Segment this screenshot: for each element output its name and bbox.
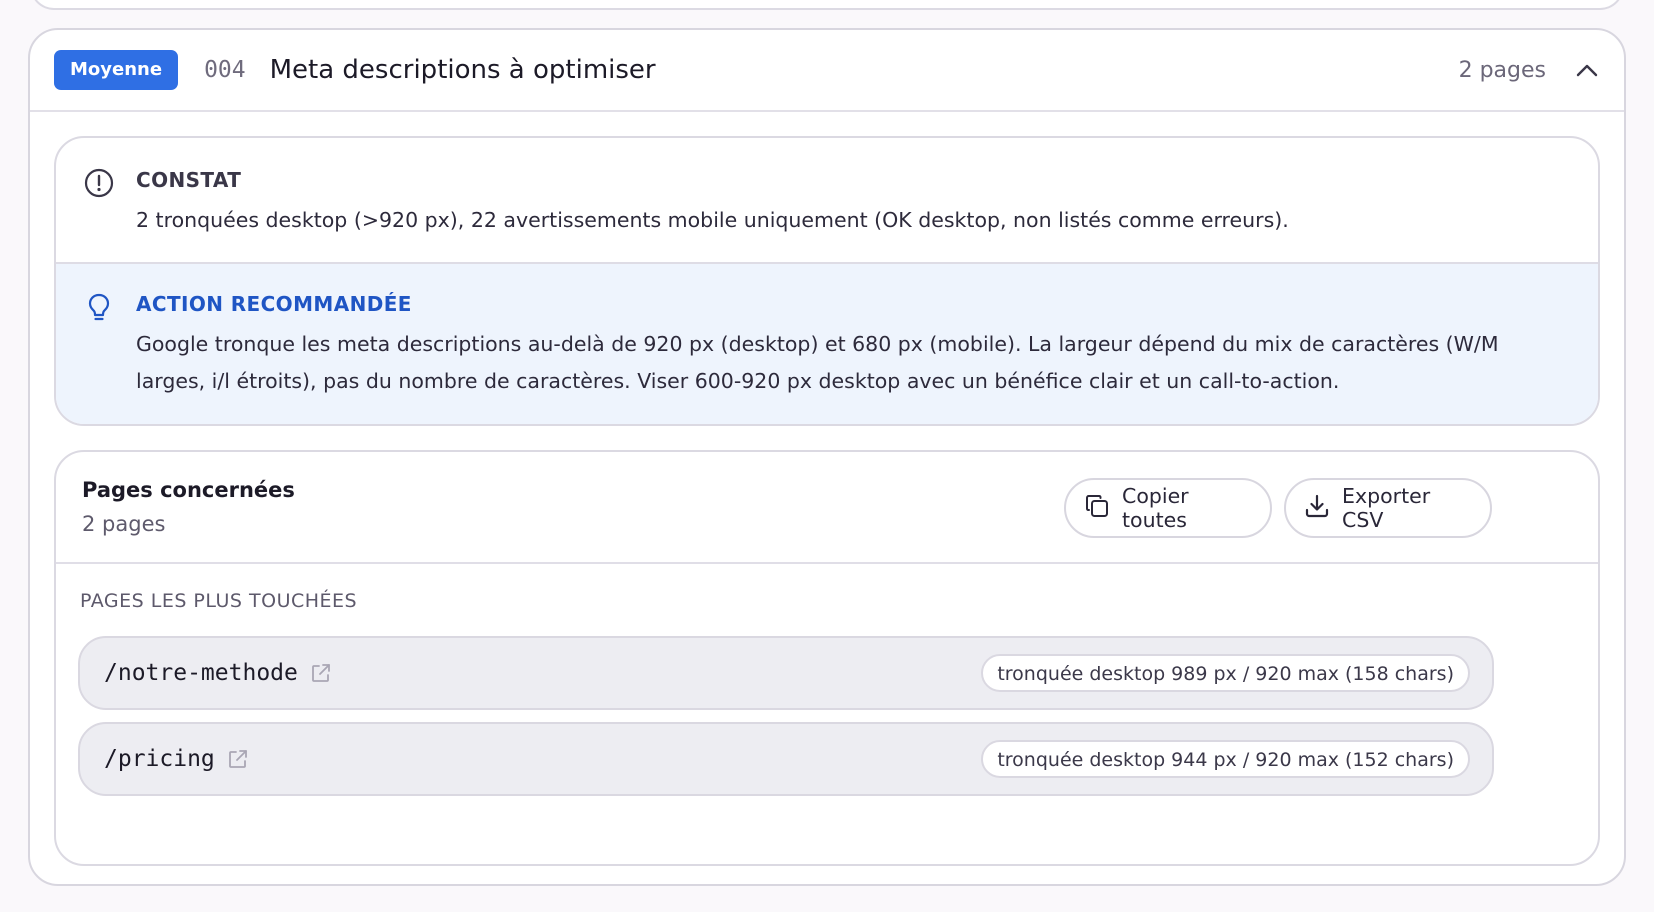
action-heading: ACTION RECOMMANDÉE: [136, 292, 412, 316]
page-path[interactable]: /notre-methode: [104, 660, 298, 686]
affected-pages-header: Pages concernées 2 pages Copier toutes E…: [56, 452, 1598, 564]
external-link-icon[interactable]: [310, 662, 332, 684]
affected-pages-box: Pages concernées 2 pages Copier toutes E…: [54, 450, 1600, 866]
external-link-icon[interactable]: [227, 748, 249, 770]
alert-circle-icon: [84, 168, 114, 198]
export-csv-label: Exporter CSV: [1342, 484, 1431, 532]
findings-box: CONSTAT 2 tronquées desktop (>920 px), 2…: [54, 136, 1600, 426]
previous-issue-card: [30, 0, 1624, 10]
issue-code: 004: [204, 57, 246, 83]
page-detail-badge: tronquée desktop 944 px / 920 max (152 c…: [981, 740, 1470, 778]
copy-all-button[interactable]: Copier toutes: [1064, 478, 1272, 538]
download-icon: [1304, 493, 1330, 524]
list-item[interactable]: /notre-methode tronquée desktop 989 px /…: [78, 636, 1494, 710]
issue-page-count: 2 pages: [1458, 57, 1546, 83]
affected-pages-count: 2 pages: [82, 512, 166, 536]
issue-header[interactable]: Moyenne 004 Meta descriptions à optimise…: [30, 30, 1624, 112]
copy-all-label: Copier toutes: [1122, 484, 1189, 532]
chevron-up-icon[interactable]: [1574, 57, 1600, 83]
issue-card: Moyenne 004 Meta descriptions à optimise…: [28, 28, 1626, 886]
lightbulb-icon: [84, 292, 114, 322]
constat-heading: CONSTAT: [136, 168, 242, 192]
affected-pages-title: Pages concernées: [82, 478, 295, 502]
copy-icon: [1084, 493, 1110, 524]
action-section: ACTION RECOMMANDÉE Google tronque les me…: [56, 264, 1598, 424]
issue-title: Meta descriptions à optimiser: [269, 55, 656, 85]
page-path[interactable]: /pricing: [104, 746, 215, 772]
constat-section: CONSTAT 2 tronquées desktop (>920 px), 2…: [56, 138, 1598, 264]
most-affected-heading: PAGES LES PLUS TOUCHÉES: [80, 590, 358, 612]
constat-text: 2 tronquées desktop (>920 px), 22 averti…: [136, 208, 1289, 232]
severity-badge: Moyenne: [54, 50, 179, 90]
page-detail-badge: tronquée desktop 989 px / 920 max (158 c…: [981, 654, 1470, 692]
export-csv-button[interactable]: Exporter CSV: [1284, 478, 1492, 538]
action-text: Google tronque les meta descriptions au-…: [136, 332, 1499, 393]
list-item[interactable]: /pricing tronquée desktop 944 px / 920 m…: [78, 722, 1494, 796]
